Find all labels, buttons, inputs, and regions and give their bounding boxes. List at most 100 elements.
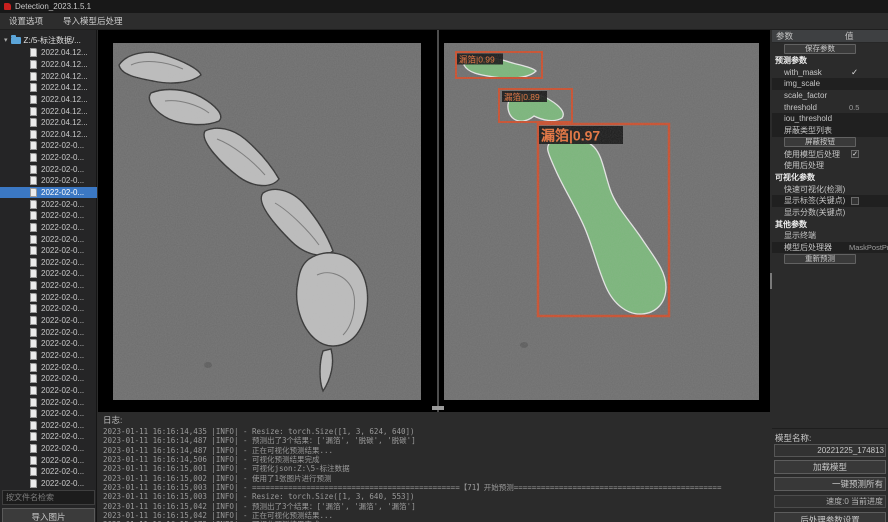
tree-item-label: 2022-02-0... (41, 235, 84, 244)
tree-item[interactable]: 2022-02-0... (0, 291, 97, 303)
checkbox-checked[interactable]: ✓ (851, 150, 859, 158)
tree-item[interactable]: 2022-02-0... (0, 326, 97, 338)
tree-item[interactable]: 2022-02-0... (0, 385, 97, 397)
tree-item[interactable]: 2022-02-0... (0, 466, 97, 478)
tree-item[interactable]: 2022-02-0... (0, 396, 97, 408)
postprocess-settings-button[interactable]: 后处理参数设置 (774, 512, 886, 522)
log-label: 日志: (103, 414, 770, 426)
tree-item[interactable]: 2022.04.12... (0, 128, 97, 140)
parameter-row[interactable]: 屏蔽类型列表 (772, 125, 888, 137)
model-name-field[interactable]: 20221225_174813 (774, 444, 886, 457)
tree-item-label: 2022-02-0... (41, 363, 84, 372)
parameter-row[interactable]: 显示终端 (772, 230, 888, 242)
parameter-label: 显示分数(关键点) (772, 207, 845, 218)
file-tree-panel: ▾ Z:/5-标注数据/... 2022.04.12...2022.04.12.… (0, 30, 97, 522)
title-bar: Detection_2023.1.5.1 (0, 0, 888, 13)
tree-item[interactable]: 2022.04.12... (0, 70, 97, 82)
parameter-row[interactable]: 显示标签(关键点) (772, 195, 888, 207)
file-icon (30, 258, 37, 267)
tree-item[interactable]: 2022-02-0... (0, 187, 97, 199)
parameter-row[interactable]: 重新预测 (772, 253, 888, 265)
tree-root-folder[interactable]: ▾ Z:/5-标注数据/... (0, 33, 96, 47)
file-icon (30, 269, 37, 278)
parameter-row[interactable]: 屏蔽按钮 (772, 137, 888, 149)
parameter-panel: 参数 值 保存参数预测参数with_mask✓img_scalescale_fa… (772, 30, 888, 522)
tree-item[interactable]: 2022.04.12... (0, 47, 97, 59)
tree-item[interactable]: 2022-02-0... (0, 257, 97, 269)
tree-item[interactable]: 2022-02-0... (0, 245, 97, 257)
parameter-label: img_scale (772, 79, 845, 88)
parameter-button[interactable]: 保存参数 (784, 44, 856, 54)
tree-item-label: 2022-02-0... (41, 398, 84, 407)
parameter-label: 模型后处理器 (772, 242, 845, 253)
tree-item-label: 2022.04.12... (41, 83, 88, 92)
parameter-row[interactable]: img_scale (772, 78, 888, 90)
tree-item[interactable]: 2022-02-0... (0, 163, 97, 175)
log-line: 2023-01-11 16:16:15,003 |INFO| - =======… (103, 483, 770, 492)
parameter-category: 其他参数 (772, 218, 888, 230)
image-canvas: 漏箔|0.99 漏箔|0.89 漏箔|0.97 (98, 30, 770, 412)
tree-item-label: 2022.04.12... (41, 118, 88, 127)
tree-item[interactable]: 2022-02-0... (0, 175, 97, 187)
search-input[interactable] (2, 490, 95, 505)
tree-item[interactable]: 2022-02-0... (0, 280, 97, 292)
parameter-button[interactable]: 屏蔽按钮 (784, 137, 856, 147)
parameter-row[interactable]: scale_factor (772, 90, 888, 102)
menu-item-settings[interactable]: 设置选项 (9, 15, 43, 27)
parameter-row[interactable]: 快速可视化(检测) (772, 183, 888, 195)
parameter-row[interactable]: 保存参数 (772, 43, 888, 55)
load-model-button[interactable]: 加载模型 (774, 460, 886, 474)
tree-item-label: 2022-02-0... (41, 467, 84, 476)
parameter-row[interactable]: 显示分数(关键点) (772, 207, 888, 219)
menu-item-import-postprocess[interactable]: 导入模型后处理 (63, 15, 123, 27)
tree-item[interactable]: 2022-02-0... (0, 233, 97, 245)
tree-item[interactable]: 2022-02-0... (0, 420, 97, 432)
tree-item[interactable]: 2022-02-0... (0, 350, 97, 362)
tree-item[interactable]: 2022-02-0... (0, 454, 97, 466)
tree-item[interactable]: 2022-02-0... (0, 198, 97, 210)
column-parameter: 参数 (772, 30, 845, 42)
tree-item[interactable]: 2022-02-0... (0, 408, 97, 420)
tree-root-label: Z:/5-标注数据/... (24, 35, 81, 46)
tree-item[interactable]: 2022.04.12... (0, 82, 97, 94)
log-line: 2023-01-11 16:16:14,435 |INFO| - Resize:… (103, 427, 770, 436)
parameter-row[interactable]: 使用后处理 (772, 160, 888, 172)
tree-item[interactable]: 2022-02-0... (0, 443, 97, 455)
parameter-row[interactable]: iou_threshold (772, 113, 888, 125)
tree-item[interactable]: 2022.04.12... (0, 117, 97, 129)
tree-item[interactable]: 2022-02-0... (0, 373, 97, 385)
progress-status: 速度:0 当前进度 (774, 495, 886, 508)
tree-item[interactable]: 2022-02-0... (0, 140, 97, 152)
tree-item-label: 2022-02-0... (41, 304, 84, 313)
file-icon (30, 351, 37, 360)
parameter-value: 0.5 (845, 103, 888, 112)
predict-all-button[interactable]: 一键预测所有 (774, 477, 886, 491)
import-images-button[interactable]: 导入图片 (2, 508, 95, 522)
tree-item[interactable]: 2022-02-0... (0, 303, 97, 315)
checkbox-unchecked[interactable] (851, 197, 859, 205)
tree-item[interactable]: 2022-02-0... (0, 315, 97, 327)
parameter-row[interactable]: threshold0.5 (772, 101, 888, 113)
tree-item[interactable]: 2022-02-0... (0, 268, 97, 280)
tree-item[interactable]: 2022.04.12... (0, 105, 97, 117)
tree-item[interactable]: 2022-02-0... (0, 431, 97, 443)
tree-item[interactable]: 2022-02-0... (0, 361, 97, 373)
splitter-handle[interactable] (432, 406, 444, 410)
tree-item-label: 2022-02-0... (41, 200, 84, 209)
image-splitter[interactable] (437, 30, 439, 412)
tree-item[interactable]: 2022-02-0... (0, 152, 97, 164)
file-icon (30, 83, 37, 92)
tree-item[interactable]: 2022-02-0... (0, 478, 97, 488)
tree-item[interactable]: 2022.04.12... (0, 94, 97, 106)
parameter-row[interactable]: 模型后处理器MaskPostPro (772, 242, 888, 254)
parameter-button[interactable]: 重新预测 (784, 254, 856, 264)
file-icon (30, 95, 37, 104)
parameter-row[interactable]: 使用模型后处理✓ (772, 148, 888, 160)
tree-item-label: 2022-02-0... (41, 479, 84, 488)
tree-item[interactable]: 2022.04.12... (0, 59, 97, 71)
tree-item[interactable]: 2022-02-0... (0, 222, 97, 234)
tree-item[interactable]: 2022-02-0... (0, 338, 97, 350)
tree-item-label: 2022-02-0... (41, 374, 84, 383)
parameter-row[interactable]: with_mask✓ (772, 66, 888, 78)
tree-item[interactable]: 2022-02-0... (0, 210, 97, 222)
